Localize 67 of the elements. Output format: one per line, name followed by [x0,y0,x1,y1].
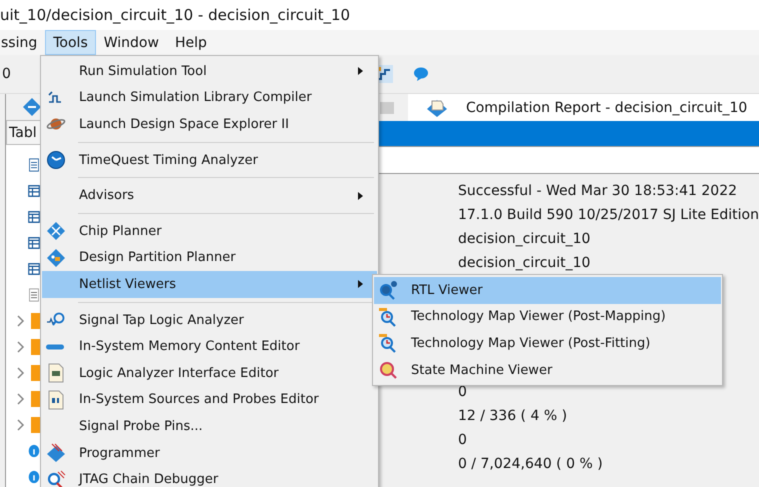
menu-item[interactable]: Launch Design Space Explorer II [42,111,377,138]
folder-icon [31,417,41,433]
clock-icon [46,150,66,170]
menu-item[interactable]: Window [96,30,167,55]
menu-item[interactable]: Netlist Viewers [42,271,377,298]
menu-item[interactable]: RTL Viewer [374,277,721,304]
diamond-icon [46,221,66,242]
report-value: 0 / 7,024,640 ( 0 % ) [458,456,603,472]
menu-item[interactable]: Signal Probe Pins... [42,413,377,440]
folder-icon [31,339,41,355]
folder-icon [31,391,41,407]
menu-item[interactable]: Tools [45,30,96,55]
folder-icon [31,365,41,381]
document-icon [46,363,66,384]
report-icon [426,98,448,118]
report-value: 0 [458,432,467,448]
report-value: 17.1.0 Build 590 10/25/2017 SJ Lite Edition [458,207,759,223]
magnifier-icon [46,470,66,487]
info-icon [28,470,40,484]
chevron-icon[interactable] [17,393,25,405]
memory-icon [46,344,64,350]
diamond-icon [46,248,66,268]
magnifier-icon [378,280,398,300]
menu-item[interactable]: State Machine Viewer [374,356,721,384]
menu-item[interactable]: JTAG Chain Debugger [42,466,377,487]
table-icon [28,262,40,276]
menu-item[interactable]: Logic Analyzer Interface Editor [42,360,377,387]
menu-item[interactable]: Design Partition Planner [42,244,377,272]
list-icon [28,158,40,172]
report-tab[interactable]: Compilation Report - decision_circuit_10 [408,94,759,121]
report-value: 12 / 336 ( 4 % ) [458,408,568,424]
menu-item[interactable]: TimeQuest Timing Analyzer [42,146,377,174]
document-icon [46,390,66,410]
chevron-icon[interactable] [17,341,25,353]
speech-bubble-icon[interactable] [413,67,429,81]
menu-item[interactable]: Technology Map Viewer (Post-Fitting) [374,330,721,357]
report-value: decision_circuit_10 [458,231,590,247]
magnifier-icon [378,333,398,354]
menu-item[interactable]: Launch Simulation Library Compiler [42,84,377,112]
menu-item[interactable]: ssing [0,30,46,55]
menu-item[interactable]: In-System Memory Content Editor [42,333,377,360]
menu-item[interactable]: Chip Planner [42,218,377,245]
chevron-icon[interactable] [17,367,25,379]
magnifier-icon [378,360,398,380]
menu-item[interactable]: Help [166,30,215,55]
menu-item[interactable]: Run Simulation Tool [42,58,377,85]
table-icon [28,184,40,198]
menu-item[interactable]: In-System Sources and Probes Editor [42,386,377,414]
menu-item[interactable]: Signal Tap Logic Analyzer [42,306,377,334]
magnifier-icon [378,306,398,327]
document-icon [28,288,40,302]
diamond-icon [46,443,66,464]
chevron-icon[interactable] [17,419,25,431]
menu-item[interactable]: Technology Map Viewer (Post-Mapping) [374,304,721,330]
report-value: Successful - Wed Mar 30 18:53:41 2022 [458,183,738,199]
table-icon [28,210,40,224]
combo-box[interactable]: 0 [0,66,30,82]
info-icon [28,444,40,458]
table-icon [28,236,40,250]
report-value: 0 [458,384,467,400]
window-title: uit_10/decision_circuit_10 - decision_circuit_10 [0,6,350,24]
chevron-icon[interactable] [17,315,25,327]
column-header[interactable]: Tabl [9,124,37,141]
menu-item[interactable]: Advisors [42,182,377,209]
menu-item[interactable]: Programmer [42,440,377,466]
report-value: decision_circuit_10 [458,255,590,271]
folder-icon [31,313,41,329]
